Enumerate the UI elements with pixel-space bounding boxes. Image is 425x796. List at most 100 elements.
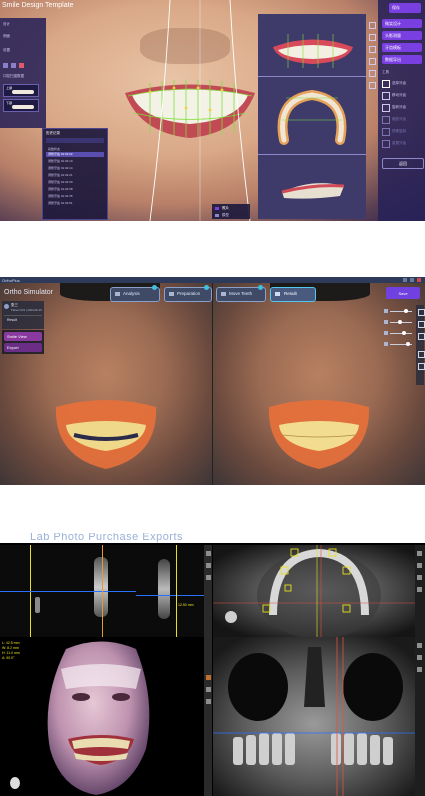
reset-tool-icon[interactable] bbox=[382, 140, 390, 148]
left-row[interactable]: 侧面 bbox=[3, 34, 10, 39]
translucent-face-model[interactable] bbox=[36, 639, 166, 796]
history-row[interactable]: 调整牙齿 01:32:14 bbox=[48, 166, 73, 170]
slider-track[interactable] bbox=[390, 333, 412, 334]
scale-tool-icon[interactable] bbox=[382, 116, 390, 124]
face-3d-view[interactable]: L: 42.5 mm W: 8.2 mm H: 11.0 mm A: 90.0° bbox=[0, 637, 204, 796]
left-row[interactable]: 设置 bbox=[3, 48, 10, 53]
model-viewport[interactable] bbox=[258, 14, 366, 219]
tool-icon[interactable] bbox=[11, 63, 16, 68]
view-icon[interactable] bbox=[369, 46, 376, 53]
back-button[interactable]: 返回 bbox=[382, 158, 424, 169]
history-row[interactable]: 调整牙齿 01:32:10 bbox=[48, 159, 73, 163]
lower-jaw-thumb[interactable]: 下颌 bbox=[3, 99, 39, 112]
tool-icon[interactable] bbox=[205, 687, 211, 692]
history-row[interactable]: 调整牙齿 01:32:45 bbox=[48, 194, 73, 198]
view-icon[interactable] bbox=[369, 22, 376, 29]
coronal-view[interactable] bbox=[213, 637, 425, 796]
zoom-out-icon[interactable] bbox=[417, 363, 425, 370]
slider-thumb[interactable] bbox=[402, 331, 406, 335]
slice-views[interactable]: 12.50 mm bbox=[0, 545, 210, 637]
slider-thumb[interactable] bbox=[398, 320, 402, 324]
view-icon[interactable] bbox=[369, 82, 376, 89]
tool-icon[interactable] bbox=[417, 667, 422, 672]
vertical-toolbar bbox=[204, 545, 212, 796]
select-tool-icon[interactable] bbox=[382, 80, 390, 88]
view-icon[interactable] bbox=[369, 34, 376, 41]
tool-icon[interactable] bbox=[19, 63, 24, 68]
thumb-label: 上颌 bbox=[6, 86, 13, 90]
slice-view[interactable] bbox=[68, 545, 137, 637]
view-icon[interactable] bbox=[369, 70, 376, 77]
cephalometric-button[interactable]: 头影测量 bbox=[382, 31, 422, 40]
maximize-icon[interactable] bbox=[410, 278, 414, 282]
rotate-tool-icon[interactable] bbox=[382, 104, 390, 112]
view-icon[interactable] bbox=[417, 333, 425, 340]
occlusal-teeth-model[interactable] bbox=[276, 90, 348, 150]
view-icon[interactable] bbox=[417, 309, 425, 316]
photo-toggle[interactable]: 照片 bbox=[222, 206, 229, 211]
side-teeth-model[interactable] bbox=[280, 174, 346, 204]
tool-icon[interactable] bbox=[205, 575, 211, 580]
save-button[interactable]: Save bbox=[386, 287, 420, 299]
move-tool-icon[interactable] bbox=[382, 92, 390, 100]
view-divider bbox=[212, 283, 213, 485]
app-title: Smile Design Template bbox=[2, 2, 74, 9]
view-icon[interactable] bbox=[369, 58, 376, 65]
midline-guides[interactable] bbox=[130, 0, 270, 221]
smile-design-screenshot: Smile Design Template 设计 侧面 设置 口腔扫描数据 上颌… bbox=[0, 0, 425, 221]
slider-icon bbox=[384, 320, 388, 324]
tooth-template-button[interactable]: 牙齿模板 bbox=[382, 43, 422, 52]
after-mouth-model[interactable] bbox=[265, 397, 373, 472]
smile-design-button[interactable]: 微笑设计 bbox=[382, 19, 422, 28]
tool-icon[interactable] bbox=[417, 587, 422, 592]
history-row[interactable]: 初始状态 bbox=[48, 147, 60, 151]
tool-label[interactable]: 选择牙齿 bbox=[392, 81, 406, 86]
close-icon[interactable] bbox=[417, 278, 421, 282]
tool-icon[interactable] bbox=[3, 63, 8, 68]
left-sidebar: 设计 侧面 设置 口腔扫描数据 上颌 下颌 bbox=[0, 18, 46, 128]
tab-result[interactable]: Result bbox=[270, 287, 316, 302]
tool-icon[interactable] bbox=[417, 643, 422, 648]
result-menu[interactable]: Result bbox=[7, 318, 17, 322]
tool-icon[interactable] bbox=[417, 563, 422, 568]
tool-label[interactable]: 移动牙齿 bbox=[392, 93, 406, 98]
slice-view[interactable]: 12.50 mm bbox=[136, 545, 210, 637]
model-toggle[interactable]: 模型 bbox=[222, 213, 229, 218]
tool-icon[interactable] bbox=[205, 551, 211, 556]
export-button[interactable]: 数据导出 bbox=[382, 55, 422, 64]
minimize-icon[interactable] bbox=[403, 278, 407, 282]
tool-label[interactable]: 重置牙齿 bbox=[392, 141, 406, 146]
axial-view[interactable] bbox=[213, 545, 425, 637]
export-button[interactable]: Export bbox=[4, 343, 42, 352]
history-row[interactable]: 调整牙齿 01:32:30 bbox=[48, 180, 73, 184]
slider-track[interactable] bbox=[390, 311, 412, 312]
history-row[interactable]: 调整牙齿 01:32:21 bbox=[48, 173, 73, 177]
tool-icon[interactable] bbox=[205, 563, 211, 568]
tool-label[interactable]: 缩放牙齿 bbox=[392, 117, 406, 122]
history-row[interactable]: 调整牙齿 01:32:02 bbox=[48, 152, 73, 156]
tool-icon[interactable] bbox=[417, 655, 422, 660]
save-button[interactable]: 保存 bbox=[389, 3, 421, 13]
tool-icon[interactable] bbox=[205, 675, 211, 680]
upper-jaw-thumb[interactable]: 上颌 bbox=[3, 84, 39, 97]
slider-thumb[interactable] bbox=[404, 309, 408, 313]
frontal-teeth-model[interactable] bbox=[268, 32, 358, 72]
slice-view[interactable] bbox=[0, 545, 69, 637]
history-toolbar[interactable] bbox=[46, 138, 104, 143]
view-icon[interactable] bbox=[417, 321, 425, 328]
smile-view-button[interactable]: Smile View bbox=[4, 332, 42, 341]
measure-readout-3: A: 90.0° bbox=[2, 656, 15, 660]
mirror-tool-icon[interactable] bbox=[382, 128, 390, 136]
history-row[interactable]: 调整牙齿 01:32:38 bbox=[48, 187, 73, 191]
tool-label[interactable]: 旋转牙齿 bbox=[392, 105, 406, 110]
orientation-head-icon[interactable] bbox=[10, 777, 20, 789]
before-mouth-model[interactable] bbox=[52, 397, 160, 472]
tool-icon[interactable] bbox=[417, 575, 422, 580]
tool-label[interactable]: 镜像复制 bbox=[392, 129, 406, 134]
slider-thumb[interactable] bbox=[406, 342, 410, 346]
tool-icon[interactable] bbox=[205, 699, 211, 704]
zoom-in-icon[interactable] bbox=[417, 351, 425, 358]
left-row[interactable]: 设计 bbox=[3, 22, 10, 27]
history-row[interactable]: 调整牙齿 01:32:51 bbox=[48, 201, 73, 205]
tool-icon[interactable] bbox=[417, 551, 422, 556]
